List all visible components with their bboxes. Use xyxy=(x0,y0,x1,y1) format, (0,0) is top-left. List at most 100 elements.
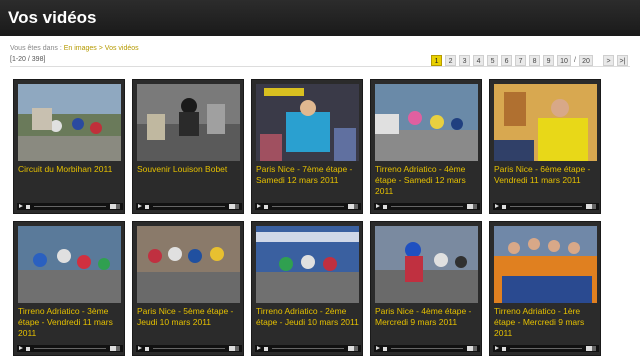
breadcrumb-link-en-images[interactable]: En images xyxy=(64,45,97,52)
progress-bar[interactable] xyxy=(272,348,344,349)
pagination-separator: / xyxy=(574,57,576,64)
page-4-button[interactable]: 4 xyxy=(473,55,485,66)
video-thumbnail[interactable] xyxy=(18,226,121,303)
stop-icon[interactable] xyxy=(502,346,506,351)
progress-bar[interactable] xyxy=(153,206,225,207)
progress-bar[interactable] xyxy=(272,206,344,207)
play-icon[interactable] xyxy=(257,346,261,350)
volume-icon[interactable] xyxy=(229,346,239,351)
page-header: Vos vidéos xyxy=(0,0,640,36)
video-title[interactable]: Paris Nice - 6ème étape - Vendredi 11 ma… xyxy=(494,164,598,186)
video-card[interactable]: Tirreno Adriatico - 2ème étape - Jeudi 1… xyxy=(251,221,363,356)
progress-bar[interactable] xyxy=(391,348,463,349)
video-title[interactable]: Souvenir Louison Bobet xyxy=(137,164,241,175)
video-thumbnail[interactable] xyxy=(256,226,359,303)
video-card[interactable]: Paris Nice - 5ème étape - Jeudi 10 mars … xyxy=(132,221,244,356)
stop-icon[interactable] xyxy=(383,204,387,209)
progress-bar[interactable] xyxy=(34,348,106,349)
progress-bar[interactable] xyxy=(510,206,582,207)
play-icon[interactable] xyxy=(19,204,23,208)
video-player-controls xyxy=(493,203,599,210)
video-thumbnail[interactable] xyxy=(256,84,359,161)
video-player-controls xyxy=(17,203,123,210)
video-thumbnail[interactable] xyxy=(18,84,121,161)
pagination: 1 2 3 4 5 6 7 8 9 10 / 20 > >| xyxy=(431,55,628,66)
stop-icon[interactable] xyxy=(145,204,149,209)
video-title[interactable]: Tirreno Adriatico - 1ère étape - Mercred… xyxy=(494,306,598,339)
video-title[interactable]: Tirreno Adriatico - 3ème étape - Vendred… xyxy=(18,306,122,339)
breadcrumb: Vous êtes dans : En images > Vos vidéos xyxy=(10,45,139,52)
volume-icon[interactable] xyxy=(110,346,120,351)
video-card[interactable]: Souvenir Louison Bobet xyxy=(132,79,244,214)
progress-bar[interactable] xyxy=(153,348,225,349)
video-card[interactable]: Circuit du Morbihan 2011 xyxy=(13,79,125,214)
page-title: Vos vidéos xyxy=(8,8,97,27)
stop-icon[interactable] xyxy=(26,204,30,209)
volume-icon[interactable] xyxy=(348,346,358,351)
video-title[interactable]: Paris Nice - 7ème étape - Samedi 12 mars… xyxy=(256,164,360,186)
play-icon[interactable] xyxy=(495,204,499,208)
volume-icon[interactable] xyxy=(586,346,596,351)
video-thumbnail[interactable] xyxy=(375,226,478,303)
progress-bar[interactable] xyxy=(510,348,582,349)
play-icon[interactable] xyxy=(376,346,380,350)
volume-icon[interactable] xyxy=(229,204,239,209)
play-icon[interactable] xyxy=(257,204,261,208)
last-page-button[interactable]: >| xyxy=(617,55,628,66)
video-player-controls xyxy=(255,345,361,352)
video-title[interactable]: Tirreno Adriatico - 2ème étape - Jeudi 1… xyxy=(256,306,360,328)
next-page-button[interactable]: > xyxy=(603,55,614,66)
volume-icon[interactable] xyxy=(467,204,477,209)
video-card[interactable]: Tirreno Adriatico - 1ère étape - Mercred… xyxy=(489,221,601,356)
stop-icon[interactable] xyxy=(383,346,387,351)
video-title[interactable]: Paris Nice - 5ème étape - Jeudi 10 mars … xyxy=(137,306,241,328)
play-icon[interactable] xyxy=(19,346,23,350)
video-card[interactable]: Tirreno Adriatico - 3ème étape - Vendred… xyxy=(13,221,125,356)
stop-icon[interactable] xyxy=(502,204,506,209)
page-9-button[interactable]: 9 xyxy=(543,55,555,66)
video-thumbnail[interactable] xyxy=(494,226,597,303)
video-thumbnail[interactable] xyxy=(137,84,240,161)
breadcrumb-current: Vos vidéos xyxy=(104,45,139,52)
stop-icon[interactable] xyxy=(145,346,149,351)
video-card[interactable]: Paris Nice - 7ème étape - Samedi 12 mars… xyxy=(251,79,363,214)
stop-icon[interactable] xyxy=(264,204,268,209)
video-player-controls xyxy=(374,203,480,210)
video-title[interactable]: Paris Nice - 4ème étape - Mercredi 9 mar… xyxy=(375,306,479,328)
video-title[interactable]: Tirreno Adriatico - 4ème étape - Samedi … xyxy=(375,164,479,197)
page-3-button[interactable]: 3 xyxy=(459,55,471,66)
play-icon[interactable] xyxy=(138,204,142,208)
video-card[interactable]: Tirreno Adriatico - 4ème étape - Samedi … xyxy=(370,79,482,214)
progress-bar[interactable] xyxy=(34,206,106,207)
video-player-controls xyxy=(136,203,242,210)
play-icon[interactable] xyxy=(376,204,380,208)
volume-icon[interactable] xyxy=(110,204,120,209)
breadcrumb-separator: > xyxy=(98,45,103,52)
volume-icon[interactable] xyxy=(348,204,358,209)
breadcrumb-prefix: Vous êtes dans : xyxy=(10,45,62,52)
video-thumbnail[interactable] xyxy=(494,84,597,161)
page-2-button[interactable]: 2 xyxy=(445,55,457,66)
video-player-controls xyxy=(374,345,480,352)
video-card[interactable]: Paris Nice - 4ème étape - Mercredi 9 mar… xyxy=(370,221,482,356)
volume-icon[interactable] xyxy=(467,346,477,351)
play-icon[interactable] xyxy=(495,346,499,350)
result-count: [1-20 / 398] xyxy=(10,56,46,63)
page-1-button[interactable]: 1 xyxy=(431,55,443,66)
stop-icon[interactable] xyxy=(264,346,268,351)
video-card[interactable]: Paris Nice - 6ème étape - Vendredi 11 ma… xyxy=(489,79,601,214)
video-title[interactable]: Circuit du Morbihan 2011 xyxy=(18,164,122,175)
video-thumbnail[interactable] xyxy=(375,84,478,161)
page-10-button[interactable]: 10 xyxy=(557,55,572,66)
video-player-controls xyxy=(136,345,242,352)
page-5-button[interactable]: 5 xyxy=(487,55,499,66)
stop-icon[interactable] xyxy=(26,346,30,351)
page-6-button[interactable]: 6 xyxy=(501,55,513,66)
play-icon[interactable] xyxy=(138,346,142,350)
page-8-button[interactable]: 8 xyxy=(529,55,541,66)
volume-icon[interactable] xyxy=(586,204,596,209)
page-7-button[interactable]: 7 xyxy=(515,55,527,66)
video-thumbnail[interactable] xyxy=(137,226,240,303)
progress-bar[interactable] xyxy=(391,206,463,207)
page-20-button[interactable]: 20 xyxy=(579,55,593,66)
